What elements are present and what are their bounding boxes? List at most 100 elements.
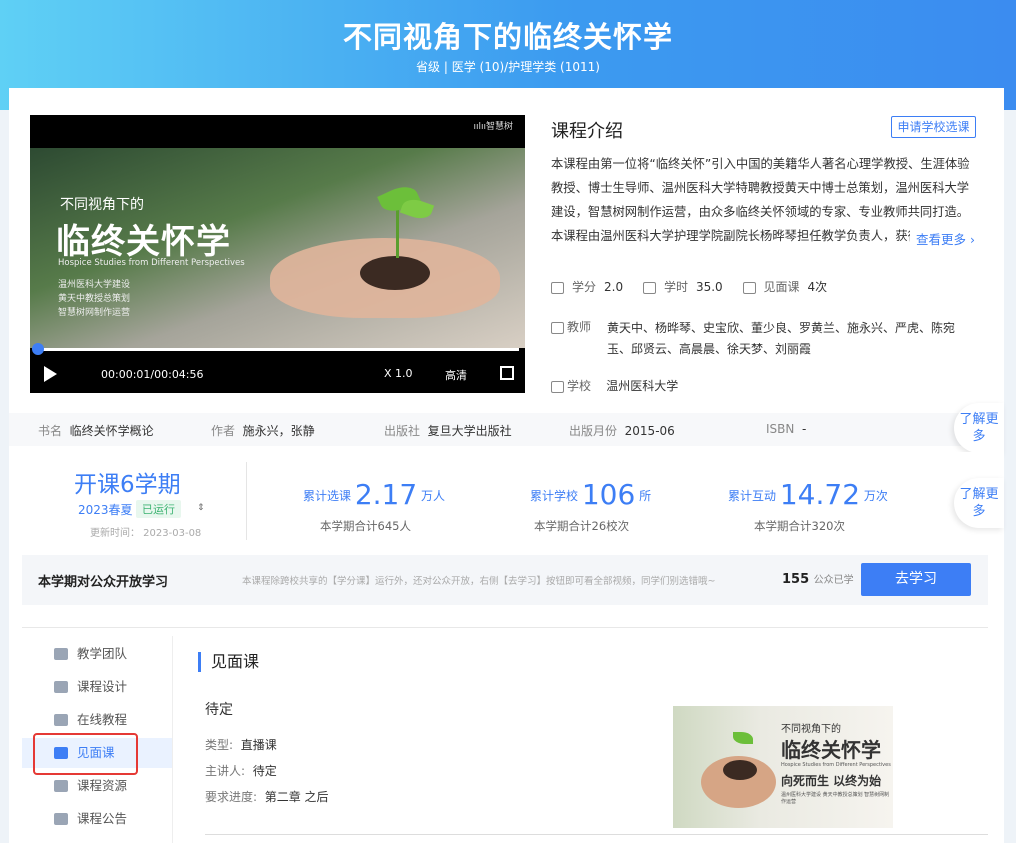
video-frame: 不同视角下的 临终关怀学 Hospice Studies from Differ… <box>30 148 525 348</box>
credit-line: 温州医科大学建设 <box>58 280 131 290</box>
type-value: 直播课 <box>240 738 277 752</box>
leaf-image <box>733 732 753 744</box>
apply-school-button[interactable]: 申请学校选课 <box>891 116 976 138</box>
book-name-value: 临终关怀学概论 <box>69 424 154 438</box>
team-icon <box>54 648 68 660</box>
publisher-value: 复旦大学出版社 <box>427 424 512 438</box>
course-title: 不同视角下的临终关怀学 <box>342 20 673 54</box>
open-term-count: 开课6学期 <box>74 472 181 498</box>
video-credits: 温州医科大学建设 黄天中教授总策划 智慧树网制作运营 <box>58 278 130 320</box>
teacher-label: 教师 <box>551 318 591 335</box>
learn-more-label: 了解更多 <box>959 412 999 444</box>
sidebar-item-label: 课程设计 <box>77 679 128 694</box>
megaphone-icon <box>54 813 68 825</box>
user-icon <box>551 321 564 334</box>
sidebar-item-team[interactable]: 教学团队 <box>22 639 172 669</box>
building-icon <box>551 380 564 393</box>
book-info: 书名 临终关怀学概论 作者 施永兴，张静 出版社 复旦大学出版社 出版月份 20… <box>9 413 1004 446</box>
type-label: 类型: <box>205 738 234 752</box>
sidebar-item-online[interactable]: 在线教程 <box>22 705 172 735</box>
video-player[interactable]: ıılıı智慧树 不同视角下的 临终关怀学 Hospice Studies fr… <box>30 115 525 393</box>
meet-label: 见面课 <box>763 280 800 294</box>
stat-interactions-sub: 本学期合计320次 <box>754 519 845 533</box>
monitor-icon <box>54 714 68 726</box>
speaker-value: 待定 <box>252 764 277 778</box>
quality-button[interactable]: 高清 <box>445 367 467 383</box>
video-title-en: Hospice Studies from Different Perspecti… <box>58 258 245 268</box>
video-brand: ıılıı智慧树 <box>473 122 513 132</box>
book-author: 作者 施永兴，张静 <box>211 422 315 439</box>
divider <box>22 627 988 628</box>
speaker-row: 主讲人: 待定 <box>205 762 277 779</box>
stat-interactions: 累计互动 14.72 万次 <box>728 478 888 511</box>
divider <box>246 462 247 540</box>
isbn-label: ISBN <box>766 422 795 436</box>
book-name-label: 书名 <box>38 424 63 438</box>
author-label: 作者 <box>211 424 236 438</box>
public-count-unit: 公众已学 <box>813 575 854 586</box>
meeting-poster[interactable]: 不同视角下的 临终关怀学 Hospice Studies from Differ… <box>673 706 893 828</box>
video-title-small: 不同视角下的 <box>60 197 144 213</box>
progress-handle[interactable] <box>32 343 44 355</box>
publisher-label: 出版社 <box>384 424 421 438</box>
school-row: 学校 温州医科大学 <box>551 377 678 394</box>
stat-schools-sub: 本学期合计26校次 <box>534 519 630 533</box>
intro-title: 课程介绍 <box>551 121 623 142</box>
graduation-cap-icon <box>551 281 564 294</box>
book-name: 书名 临终关怀学概论 <box>38 422 154 439</box>
book-month: 出版月份 2015-06 <box>569 422 675 439</box>
hours-label: 学时 <box>663 280 688 294</box>
folder-icon <box>54 780 68 792</box>
stat-value: 106 <box>581 478 636 511</box>
progress-bar[interactable] <box>36 348 519 351</box>
section-status: 待定 <box>205 702 233 718</box>
school-label: 学校 <box>567 379 592 393</box>
poster-en-title: Hospice Studies from Different Perspecti… <box>781 762 891 768</box>
isbn-value: - <box>802 422 807 436</box>
term-selector[interactable]: 2023春夏 <box>78 501 133 518</box>
fullscreen-icon[interactable] <box>500 366 514 380</box>
sidebar-item-resources[interactable]: 课程资源 <box>22 771 172 801</box>
stat-unit: 万人 <box>421 489 446 503</box>
poster-title: 临终关怀学 <box>781 738 881 762</box>
poster-subtitle: 不同视角下的 <box>781 724 841 735</box>
clock-icon <box>642 281 656 294</box>
public-study-desc: 本课程除跨校共享的【学分课】运行外，还对公众开放，右侧【去学习】按钮即可看全部视… <box>242 576 716 587</box>
stat-label: 累计互动 <box>728 489 777 503</box>
public-count-value: 155 <box>782 572 810 587</box>
see-more-link[interactable]: 查看更多 › <box>910 229 975 248</box>
progress-label: 要求进度: <box>205 790 258 804</box>
learn-more-button[interactable]: 了解更多 <box>954 478 1004 528</box>
stat-value: 14.72 <box>779 478 861 511</box>
play-icon[interactable] <box>44 366 57 382</box>
public-count: 155 公众已学 <box>782 571 854 587</box>
speed-button[interactable]: X 1.0 <box>384 367 413 380</box>
school-value: 温州医科大学 <box>606 379 679 393</box>
stat-label: 累计选课 <box>303 489 352 503</box>
teacher-names: 黄天中、杨晔琴、史宝欣、董少良、罗黄兰、施永兴、严虎、陈宛玉、邱贤云、高晨晨、徐… <box>607 321 956 356</box>
author-value: 施永兴，张静 <box>242 424 315 438</box>
progress-row: 要求进度: 第二章 之后 <box>205 788 329 805</box>
video-time: 00:00:01/00:04:56 <box>101 368 204 381</box>
credit-line: 智慧树网制作运营 <box>58 308 131 318</box>
soil-image <box>723 760 757 780</box>
divider <box>205 834 988 835</box>
book-publisher: 出版社 复旦大学出版社 <box>384 422 512 439</box>
course-meta: 学分 2.0 学时 35.0 见面课 4次 <box>551 278 843 295</box>
meet-value: 4次 <box>807 280 828 294</box>
month-label: 出版月份 <box>569 424 618 438</box>
learn-more-button[interactable]: 了解更多 <box>954 403 1004 453</box>
highlight-box <box>33 733 138 775</box>
stat-value: 2.17 <box>354 478 418 511</box>
sort-icon[interactable]: ⇕ <box>197 503 205 513</box>
sidebar-item-label: 在线教程 <box>77 712 128 727</box>
stat-courses: 累计选课 2.17 万人 <box>303 478 445 511</box>
stat-schools: 累计学校 106 所 <box>530 478 651 511</box>
sidebar-item-design[interactable]: 课程设计 <box>22 672 172 702</box>
stem-image <box>396 206 399 258</box>
course-category: 省级 | 医学 (10)/护理学类 (1011) <box>416 60 600 74</box>
stat-label: 累计学校 <box>530 489 579 503</box>
sidebar-item-label: 课程资源 <box>77 778 128 793</box>
sidebar-item-announce[interactable]: 课程公告 <box>22 804 172 834</box>
go-study-button[interactable]: 去学习 <box>861 563 971 596</box>
